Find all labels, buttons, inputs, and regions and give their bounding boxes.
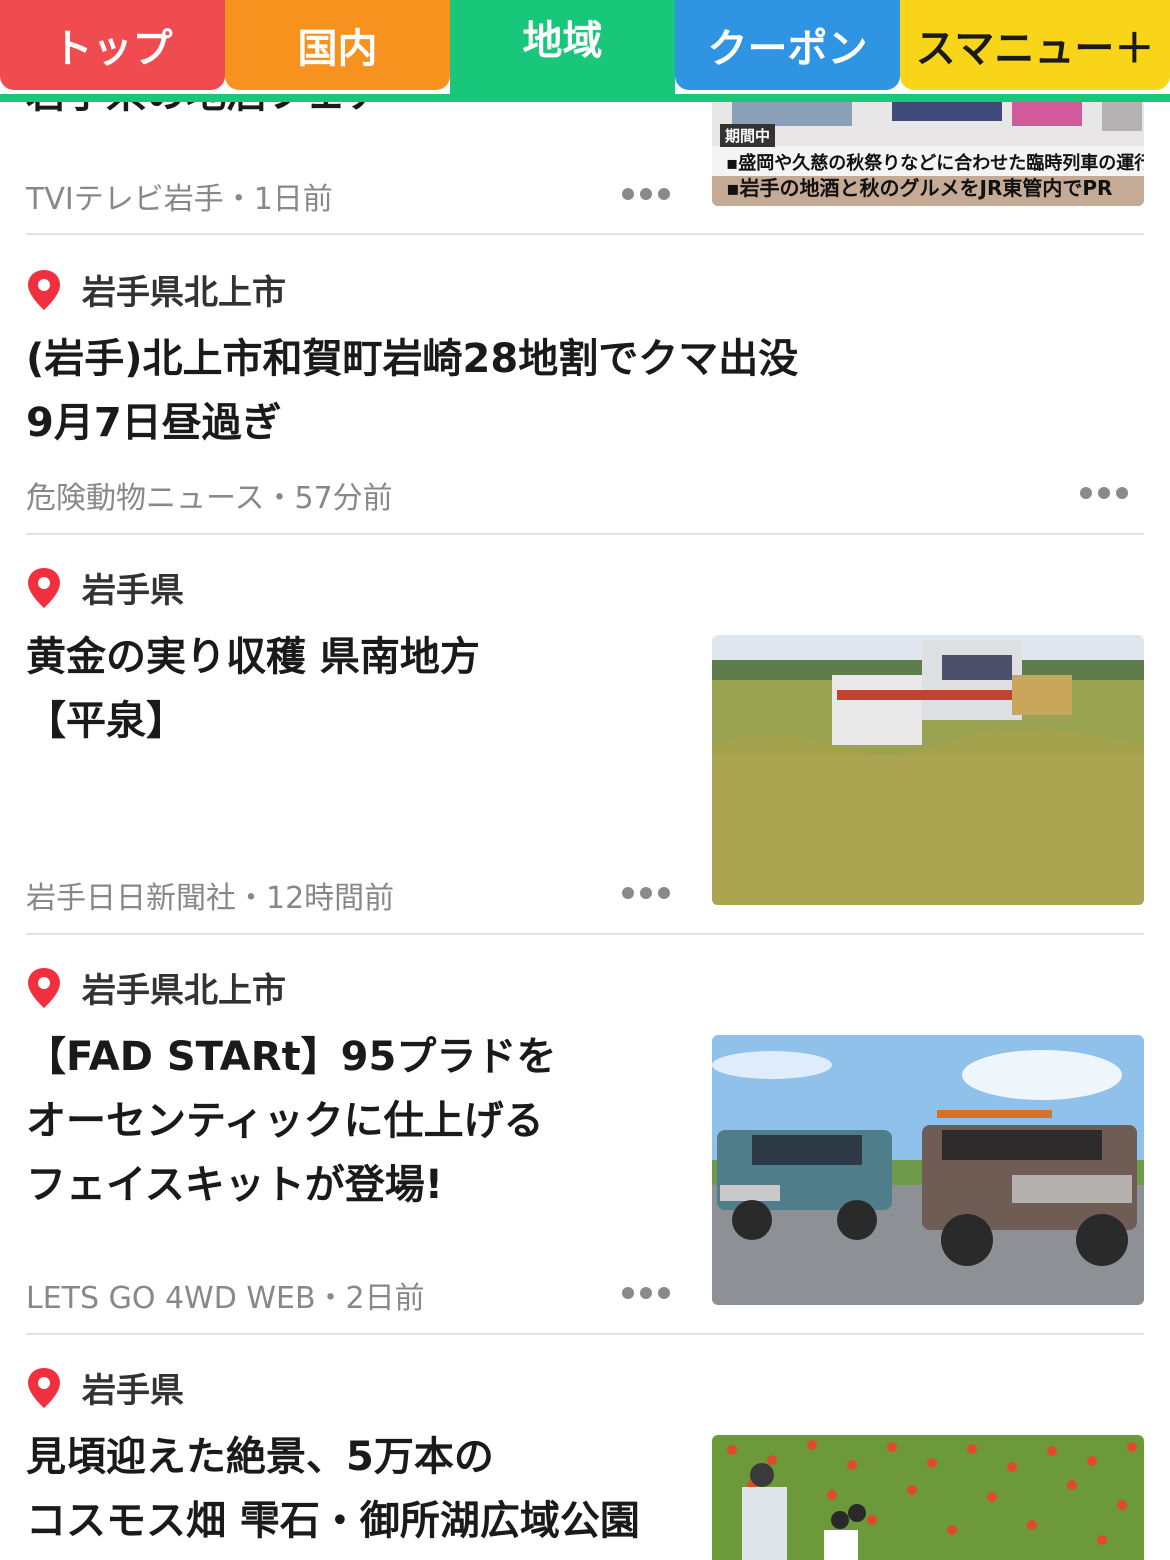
article-location: 岩手県北上市 (26, 265, 286, 314)
location-pin-icon (28, 967, 60, 1008)
article-source: LETS GO 4WD WEB・2日前 (26, 1281, 425, 1316)
tab-domestic[interactable]: 国内 (225, 0, 450, 90)
article-source: 岩手日日新聞社・12時間前 (26, 881, 395, 916)
thumb-caption: ▪岩手の地酒と秋のグルメをJR東管内でPR (726, 176, 1113, 200)
article-headline: (岩手)北上市和賀町岩崎28地割でクマ出没 9月7日昼過ぎ (26, 336, 799, 446)
article-card[interactable]: 岩手県 黄金の実り収穫 県南地方 【平泉】 岩手日日新聞社・12時間前 (26, 535, 1144, 935)
article-source: TVIテレビ岩手・1日前 (26, 182, 333, 217)
article-thumbnail[interactable] (712, 635, 1144, 905)
location-pin-icon (28, 567, 60, 608)
article-headline: 黄金の実り収穫 県南地方 【平泉】 (26, 634, 480, 744)
article-thumbnail[interactable] (712, 1435, 1144, 1560)
article-card[interactable]: 岩手県北上市 (岩手)北上市和賀町岩崎28地割でクマ出没 9月7日昼過ぎ 危険動… (26, 235, 1144, 535)
article-location: 岩手県 (26, 563, 184, 612)
tab-top[interactable]: トップ (0, 0, 225, 90)
article-source: 危険動物ニュース・57分前 (26, 481, 393, 516)
tab-smartnews-plus[interactable]: スマニュー＋ (900, 0, 1170, 90)
article-location: 岩手県北上市 (26, 963, 286, 1012)
article-card[interactable]: 岩手県 見頃迎えた絶景、5万本の コスモス畑 雫石・御所湖広域公園 (26, 1335, 1144, 1560)
article-location: 岩手県 (26, 1363, 184, 1412)
more-options-icon[interactable] (622, 188, 670, 200)
article-headline: 【FAD STARt】95プラドを オーセンティックに仕上げる フェイスキットが… (26, 1034, 557, 1208)
location-pin-icon (28, 269, 60, 310)
more-options-icon[interactable] (1080, 487, 1128, 499)
thumb-caption-badge: 期間中 (720, 124, 776, 147)
article-headline: 見頃迎えた絶景、5万本の コスモス畑 雫石・御所湖広域公園 (26, 1434, 640, 1544)
category-tab-bar: トップ 国内 地域 クーポン スマニュー＋ (0, 0, 1170, 102)
tab-region[interactable]: 地域 (450, 0, 675, 98)
article-thumbnail[interactable] (712, 1035, 1144, 1305)
location-pin-icon (28, 1367, 60, 1408)
more-options-icon[interactable] (622, 887, 670, 899)
more-options-icon[interactable] (622, 1287, 670, 1299)
tab-coupon[interactable]: クーポン (675, 0, 900, 90)
active-tab-indicator (0, 94, 1170, 102)
article-card[interactable]: 岩手県北上市 【FAD STARt】95プラドを オーセンティックに仕上げる フ… (26, 935, 1144, 1335)
news-feed: 岩手県の地酒フェア TVIテレビ岩手・1日前 期間中 ▪盛岡や久慈の秋祭りなどに… (0, 0, 1170, 1560)
